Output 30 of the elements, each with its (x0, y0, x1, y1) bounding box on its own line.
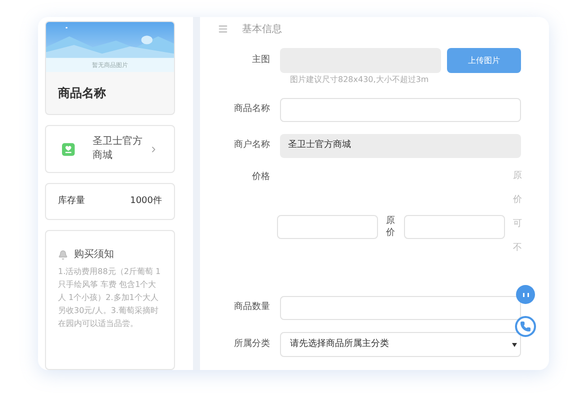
notice-text: 1.活动费用88元（2斤葡萄 1只手绘风筝 车费 包含1个大人 1个小孩）2.多加1个大人另收30元/人。3.葡萄采摘时在园内可以适当品尝。 (58, 266, 162, 330)
original-price-label: 原价 (386, 215, 396, 239)
phone-icon (520, 321, 531, 332)
product-title: 商品名称 (57, 85, 107, 102)
merchant-card[interactable]: 圣卫士官方商城 (45, 125, 175, 174)
original-price-field[interactable] (404, 215, 505, 239)
field-label: 商品数量 (233, 301, 271, 314)
hint-text: 图片建议尺寸828x430,大小不超过3m (290, 74, 430, 86)
chat-button[interactable] (516, 285, 535, 304)
notice-title: 购买须知 (74, 248, 114, 262)
merchant-field: 圣卫士官方商城 (280, 134, 521, 158)
section-title: 基本信息 (242, 22, 282, 36)
menu-icon (218, 24, 228, 34)
category-select[interactable]: 请先选择商品所属主分类 (280, 332, 521, 357)
field-label: 所属分类 (233, 338, 271, 351)
stock-value: 1000件 (130, 194, 162, 208)
merchant-name: 圣卫士官方商城 (92, 135, 144, 164)
price-note: 原价可不 (513, 170, 522, 255)
phone-button[interactable] (515, 316, 536, 337)
field-label: 商户名称 (233, 139, 271, 152)
shop-logo-icon (62, 142, 75, 157)
text-field[interactable] (280, 98, 521, 122)
stock-label: 库存量 (58, 194, 85, 208)
dropdown-icon (512, 342, 517, 346)
price-field[interactable] (277, 215, 378, 239)
text-field[interactable] (280, 296, 521, 320)
field-label: 价格 (251, 171, 271, 184)
field-label: 商品名称 (233, 103, 271, 116)
bell-icon (58, 250, 68, 260)
field-label: 主图 (251, 54, 271, 67)
